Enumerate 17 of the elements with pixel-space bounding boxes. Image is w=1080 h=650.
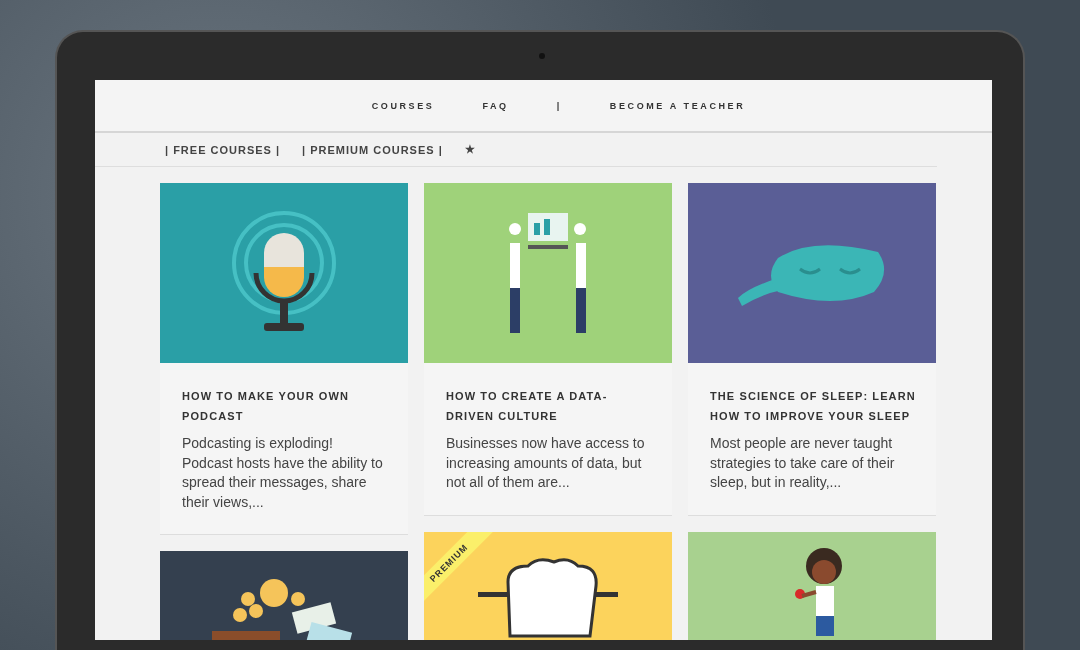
category-link[interactable]: | PREMIUM COURSES | xyxy=(302,143,443,156)
course-card[interactable]: HOW TO CREATE A DATA-DRIVEN CULTURE Businesses now have access to increasing amounts of data, but not all of them are... xyxy=(424,183,672,516)
course-card[interactable]: THE SCIENCE OF SLEEP: LEARN HOW TO IMPROVE YOUR SLEEP Most people are never taught strategies to take care of their sleep, but in reality,... xyxy=(688,183,936,516)
nav-link[interactable]: FAQ xyxy=(482,100,509,111)
course-excerpt: Most people are never taught strategies to take care of their sleep, but in reality,... xyxy=(709,434,896,492)
camera-icon xyxy=(538,53,545,59)
nav-link[interactable]: COURSES xyxy=(371,100,435,111)
course-title[interactable]: THE SCIENCE OF SLEEP: LEARN HOW TO IMPROVE YOUR SLEEP xyxy=(688,363,936,426)
course-excerpt: Businesses now have access to increasing amounts of data, but not all of them are... xyxy=(445,434,646,492)
nav-link[interactable]: | xyxy=(556,100,562,111)
nav-link[interactable]: BECOME A TEACHER xyxy=(609,100,746,111)
category-link[interactable]: ★ xyxy=(464,143,476,156)
course-title[interactable]: HOW TO CREATE A DATA-DRIVEN CULTURE xyxy=(424,363,672,426)
category-link[interactable]: | FREE COURSES | xyxy=(165,143,281,156)
course-card[interactable]: HOW TO MAKE YOUR OWN PODCAST Podcasting is exploding! Podcast hosts have the ability to spread their messages, share their views,... xyxy=(160,183,408,535)
course-title[interactable]: HOW TO MAKE YOUR OWN PODCAST xyxy=(160,363,408,426)
course-excerpt: Podcasting is exploding! Podcast hosts have the ability to spread their messages, share their views,... xyxy=(181,434,384,512)
